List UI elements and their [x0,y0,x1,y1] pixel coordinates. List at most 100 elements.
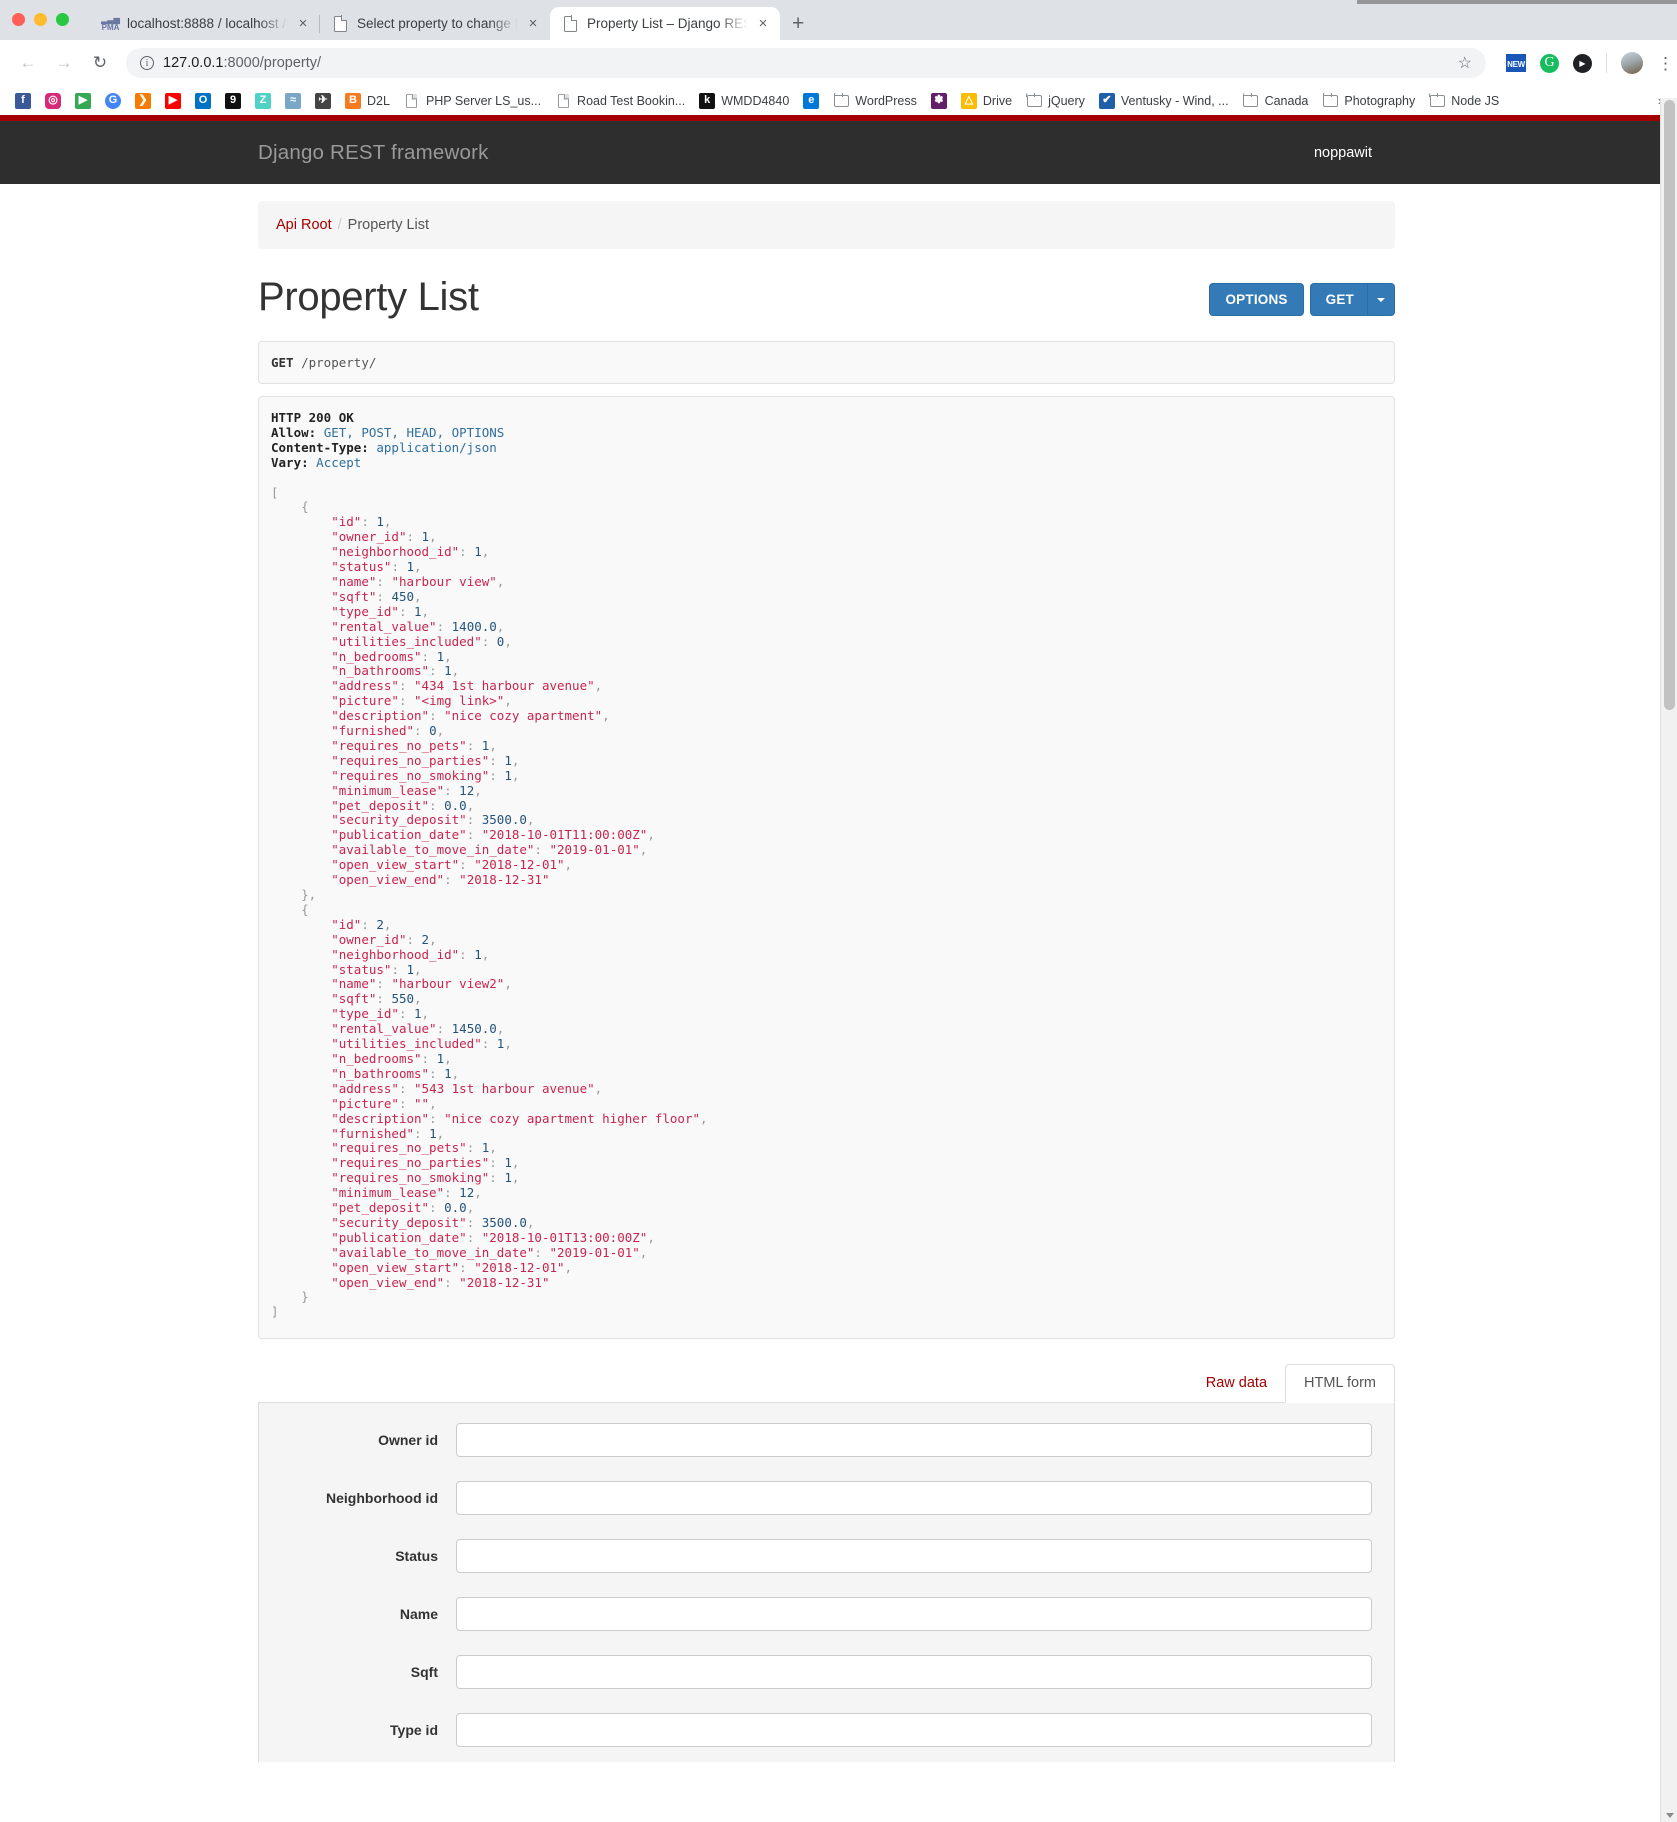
minimize-window-button[interactable] [34,13,47,26]
response-header-value: application/json [376,439,497,455]
bookmark-item[interactable]: Canada [1236,91,1316,111]
json-comma: , [429,529,437,545]
avatar[interactable] [1621,52,1643,74]
close-icon[interactable]: × [756,16,770,31]
bookmark-item[interactable]: Z [248,91,278,111]
json-string-value: "2018-12-01" [474,1259,565,1275]
bookmark-item[interactable]: 9 [218,91,248,111]
folder-icon [1242,92,1259,109]
bookmark-item[interactable]: Road Test Bookin... [548,91,692,111]
form-row: Neighborhood id [281,1481,1372,1516]
bookmark-item[interactable]: jQuery [1019,91,1092,111]
json-colon: : [466,812,475,828]
scrollbar-thumb[interactable] [1664,100,1675,710]
form-input-name[interactable] [456,1597,1372,1632]
close-icon[interactable]: × [526,16,540,31]
json-colon: : [534,842,542,858]
bookmark-item[interactable]: f [8,91,38,111]
brand-title[interactable]: Django REST framework [258,141,489,165]
json-bracket: ] [271,1304,279,1320]
json-comma: , [564,1259,573,1275]
bookmark-item[interactable]: △ Drive [954,91,1019,111]
breadcrumb-item-api-root[interactable]: Api Root [276,217,332,233]
bookmark-label: Drive [982,93,1013,108]
bookmark-item[interactable]: e [796,91,826,111]
scroll-down-icon[interactable] [1666,1813,1674,1818]
json-colon: : [398,1095,407,1111]
reload-icon[interactable]: ↻ [84,47,116,79]
bookmark-item[interactable]: PHP Server LS_us... [397,91,548,111]
json-comma: , [429,931,437,947]
bookmark-item[interactable]: ▶ [68,91,98,111]
forward-icon[interactable]: → [48,47,80,79]
json-key: "n_bedrooms" [331,1050,422,1066]
json-key: "requires_no_pets" [331,1140,467,1156]
document-icon [332,15,349,32]
bookmark-item[interactable]: O [188,91,218,111]
form-input-owner-id[interactable] [456,1423,1372,1458]
bookmark-star-icon[interactable]: ☆ [1458,53,1472,73]
site-info-icon[interactable]: i [140,56,154,70]
bookmark-item[interactable]: ≈ [278,91,308,111]
page-title: Property List [258,275,479,319]
form-tab-raw-data[interactable]: Raw data [1188,1365,1285,1402]
new-tab-button[interactable]: + [792,13,804,34]
form-input-status[interactable] [456,1539,1372,1574]
media-play-icon[interactable]: ▶ [1573,53,1592,73]
bookmark-item[interactable]: ✔ Ventusky - Wind, ... [1092,91,1236,111]
browser-tab[interactable]: Select property to change | Dja × [319,7,550,40]
json-colon: : [406,529,415,545]
json-string-value: "" [414,1095,430,1111]
browser-tab[interactable]: ▂▃▅PMA localhost:8888 / localhost / ren × [90,7,320,40]
json-comma: , [602,708,610,724]
window-controls [12,13,69,26]
address-input[interactable]: i 127.0.0.1:8000/property/ ☆ [126,48,1486,78]
desktop-window-edge [1357,0,1677,4]
bookmark-item[interactable]: ✈ [308,91,338,111]
back-icon[interactable]: ← [12,47,44,79]
json-number-value: 1 [436,648,445,664]
instagram-icon: ◎ [45,92,61,109]
toolbar-extensions: NEW G ▶ ⋮ [1494,52,1674,74]
json-key: "sqft" [331,991,377,1007]
response-status-line: HTTP 200 OK [271,410,354,425]
json-key: "type_id" [331,603,399,619]
bookmark-item[interactable]: k WMDD4840 [692,91,796,111]
json-number-value: 2 [376,916,384,932]
bookmark-item[interactable]: WordPress [826,91,924,111]
json-string-value: "2019-01-01" [549,842,640,858]
grammarly-icon[interactable]: G [1540,53,1559,73]
json-number-value: 1 [444,1065,452,1081]
browser-tab[interactable]: Property List – Django REST fra × [550,7,780,40]
json-key: "description" [331,708,430,724]
page-scrollbar[interactable] [1660,98,1677,1822]
browser-menu-icon[interactable]: ⋮ [1657,55,1674,72]
json-colon: : [466,827,475,843]
form-input-type-id[interactable] [456,1713,1372,1748]
json-number-value: 0.0 [444,1200,467,1216]
nav-username[interactable]: noppawit [1314,145,1372,161]
get-dropdown-button[interactable] [1367,283,1395,316]
close-icon[interactable]: × [296,16,310,31]
bookmark-item[interactable]: ✽ [924,91,954,111]
json-key: "publication_date" [331,1229,467,1245]
bookmark-item[interactable]: G [98,91,128,111]
form-input-sqft[interactable] [456,1655,1372,1690]
bookmark-item[interactable]: Node JS [1422,91,1506,111]
breadcrumb-item-current: Property List [347,217,430,233]
bookmark-item[interactable]: Photography [1315,91,1422,111]
form-input-neighborhood-id[interactable] [456,1481,1372,1516]
bookmark-item[interactable]: B D2L [338,91,397,111]
site-navbar: Django REST framework noppawit [0,121,1660,184]
bookmark-item[interactable]: ❯ [128,91,158,111]
form-tab-html-form[interactable]: HTML form [1285,1364,1395,1404]
new-extension-icon[interactable]: NEW [1506,54,1526,72]
json-comma: , [700,1110,708,1126]
response-header-value: Accept [316,454,362,470]
maximize-window-button[interactable] [56,13,69,26]
bookmark-item[interactable]: ◎ [38,91,68,111]
bookmark-item[interactable]: ▶ [158,91,188,111]
close-window-button[interactable] [12,13,25,26]
get-button[interactable]: GET [1309,283,1367,316]
options-button[interactable]: OPTIONS [1209,283,1304,316]
